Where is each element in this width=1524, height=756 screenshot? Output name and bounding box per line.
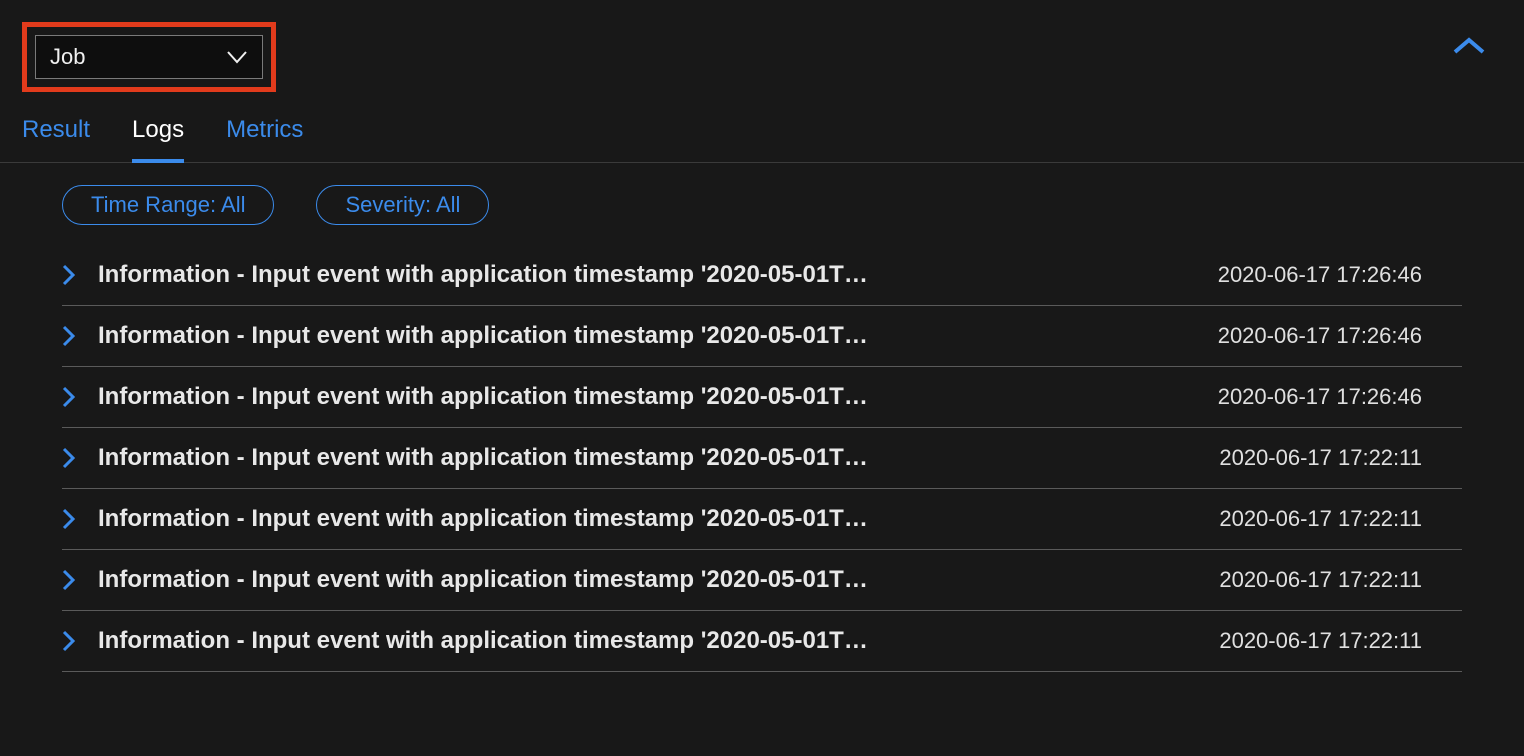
log-row[interactable]: Information - Input event with applicati… [62, 428, 1462, 489]
log-row[interactable]: Information - Input event with applicati… [62, 245, 1462, 306]
time-range-filter[interactable]: Time Range: All [62, 185, 274, 225]
log-message: Information - Input event with applicati… [98, 383, 1196, 411]
chevron-down-icon [226, 44, 248, 70]
chevron-right-icon [62, 629, 76, 653]
job-dropdown[interactable]: Job [35, 35, 263, 79]
tab-result[interactable]: Result [22, 116, 90, 162]
log-list: Information - Input event with applicati… [0, 245, 1524, 672]
tabs: Result Logs Metrics [0, 92, 1524, 163]
log-time: 2020-06-17 17:22:11 [1219, 628, 1462, 654]
log-time: 2020-06-17 17:26:46 [1218, 384, 1462, 410]
chevron-right-icon [62, 324, 76, 348]
dropdown-highlight-box: Job [22, 22, 276, 92]
collapse-panel-button[interactable] [1436, 22, 1502, 75]
log-message: Information - Input event with applicati… [98, 505, 1197, 533]
log-row[interactable]: Information - Input event with applicati… [62, 489, 1462, 550]
severity-filter[interactable]: Severity: All [316, 185, 489, 225]
chevron-right-icon [62, 507, 76, 531]
top-bar: Job [0, 0, 1524, 92]
log-message: Information - Input event with applicati… [98, 322, 1196, 350]
log-message: Information - Input event with applicati… [98, 627, 1197, 655]
log-message: Information - Input event with applicati… [98, 444, 1197, 472]
log-message: Information - Input event with applicati… [98, 261, 1196, 289]
chevron-right-icon [62, 446, 76, 470]
log-time: 2020-06-17 17:22:11 [1219, 506, 1462, 532]
log-time: 2020-06-17 17:22:11 [1219, 567, 1462, 593]
log-message: Information - Input event with applicati… [98, 566, 1197, 594]
chevron-right-icon [62, 263, 76, 287]
log-time: 2020-06-17 17:26:46 [1218, 262, 1462, 288]
chevron-right-icon [62, 568, 76, 592]
log-row[interactable]: Information - Input event with applicati… [62, 306, 1462, 367]
log-row[interactable]: Information - Input event with applicati… [62, 550, 1462, 611]
job-dropdown-label: Job [50, 44, 85, 70]
filters-bar: Time Range: All Severity: All [0, 163, 1524, 245]
chevron-right-icon [62, 385, 76, 409]
chevron-up-icon [1452, 43, 1486, 60]
log-time: 2020-06-17 17:22:11 [1219, 445, 1462, 471]
tab-logs[interactable]: Logs [132, 116, 184, 162]
tab-metrics[interactable]: Metrics [226, 116, 303, 162]
log-time: 2020-06-17 17:26:46 [1218, 323, 1462, 349]
log-row[interactable]: Information - Input event with applicati… [62, 611, 1462, 672]
log-row[interactable]: Information - Input event with applicati… [62, 367, 1462, 428]
